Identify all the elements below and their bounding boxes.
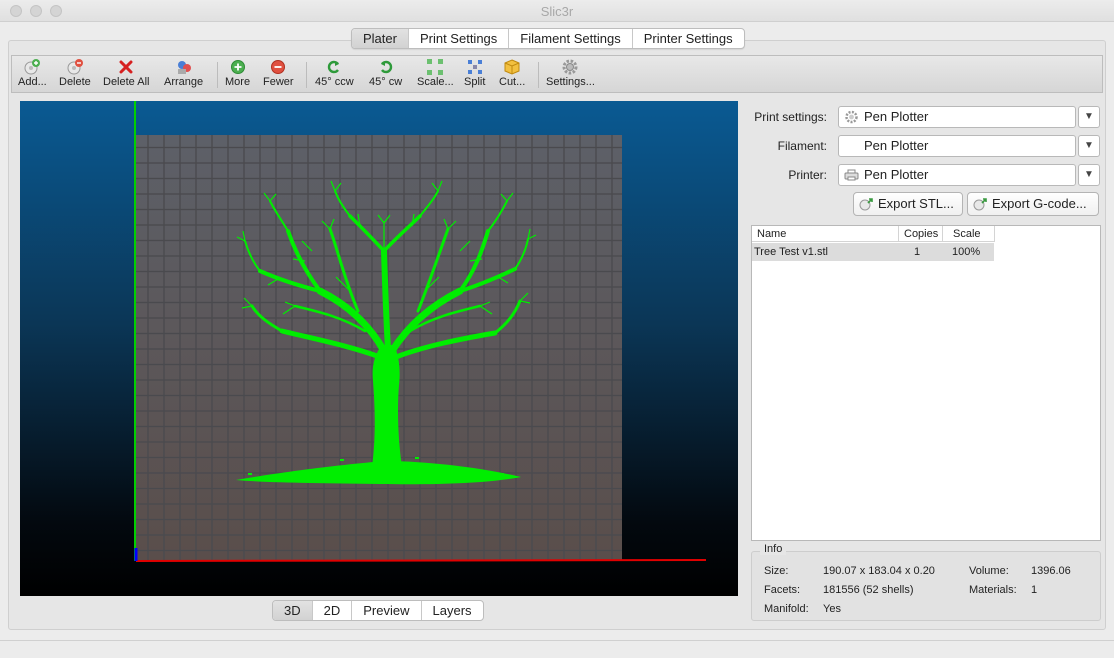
main-tabs: Plater Print Settings Filament Settings … [351, 28, 745, 49]
plus-circle-icon [230, 60, 245, 74]
object-list-header: Name Copies Scale [752, 226, 995, 242]
info-title: Info [760, 543, 787, 555]
chevron-down-icon: ▼ [1084, 111, 1094, 122]
tab-2d[interactable]: 2D [311, 601, 352, 620]
arrange-icon [177, 61, 191, 74]
scale-button-label: Scale... [417, 76, 454, 88]
size-label: Size: [764, 565, 789, 577]
add-object-icon [24, 59, 41, 75]
size-value: 190.07 x 183.04 x 0.20 [823, 565, 935, 577]
printer-icon [844, 169, 859, 181]
printer-dropdown-button[interactable]: ▼ [1078, 164, 1100, 186]
x-axis [135, 559, 707, 562]
more-button[interactable]: More [225, 58, 250, 88]
object-copies: 1 [914, 246, 921, 258]
tab-printer-settings[interactable]: Printer Settings [631, 29, 744, 48]
split-button[interactable]: Split [464, 58, 485, 88]
toolbar-separator [217, 62, 218, 88]
export-gcode-button[interactable]: Export G-code... [967, 192, 1099, 216]
volume-value: 1396.06 [1031, 565, 1071, 577]
rotate-ccw-button-label: 45° ccw [315, 76, 354, 88]
filament-label: Filament: [777, 139, 827, 153]
object-scale: 100% [952, 246, 981, 258]
delete-all-button[interactable]: Delete All [103, 58, 149, 88]
add-button-label: Add... [18, 76, 47, 88]
chevron-down-icon: ▼ [1084, 140, 1094, 151]
column-header-copies[interactable]: Copies [899, 226, 943, 242]
window-titlebar: Slic3r [0, 0, 1114, 22]
cut-button[interactable]: Cut... [499, 58, 525, 88]
export-stl-label: Export STL... [878, 196, 954, 211]
3d-scene [134, 101, 707, 562]
add-button[interactable]: Add... [18, 58, 47, 88]
toolbar-separator [306, 62, 307, 88]
red-x-icon [119, 60, 133, 74]
scale-icon [427, 59, 444, 75]
more-button-label: More [225, 76, 251, 88]
tab-3d[interactable]: 3D [273, 601, 312, 620]
fewer-button-label: Fewer [263, 76, 294, 88]
toolbar-separator [538, 62, 539, 88]
view-mode-tabs: 3D 2D Preview Layers [272, 600, 484, 621]
print-settings-dropdown-button[interactable]: ▼ [1078, 106, 1100, 128]
filament-select[interactable]: Pen Plotter [838, 135, 1076, 157]
split-button-label: Split [464, 76, 486, 88]
filament-value: Pen Plotter [864, 138, 929, 153]
export-icon [859, 198, 873, 211]
printer-select[interactable]: Pen Plotter [838, 164, 1076, 186]
rotate-cw-icon [380, 60, 392, 74]
rotate-cw-button[interactable]: 45° cw [369, 58, 402, 88]
object-list[interactable]: Name Copies Scale Tree Test v1.stl 1 100… [751, 225, 1101, 541]
tab-plater[interactable]: Plater [352, 29, 408, 48]
column-header-name[interactable]: Name [752, 226, 899, 242]
arrange-button[interactable]: Arrange [164, 58, 203, 88]
minus-circle-icon [271, 60, 286, 74]
plater-toolbar: Add... Delete Delete All Arrange More Fe… [11, 55, 1103, 93]
gear-icon [845, 110, 858, 124]
tab-preview[interactable]: Preview [351, 601, 420, 620]
delete-button-label: Delete [59, 76, 91, 88]
cut-button-label: Cut... [499, 76, 526, 88]
tab-filament-settings[interactable]: Filament Settings [508, 29, 631, 48]
materials-value: 1 [1031, 584, 1038, 596]
rotate-ccw-icon [328, 60, 340, 74]
manifold-label: Manifold: [764, 603, 809, 615]
arrange-button-label: Arrange [164, 76, 204, 88]
export-gcode-label: Export G-code... [992, 196, 1087, 211]
volume-label: Volume: [969, 565, 1009, 577]
facets-label: Facets: [764, 584, 801, 596]
table-row[interactable]: Tree Test v1.stl 1 100% [752, 243, 994, 261]
object-name: Tree Test v1.stl [754, 246, 828, 258]
delete-button[interactable]: Delete [59, 58, 91, 88]
status-bar [0, 640, 1114, 658]
delete-object-icon [67, 59, 83, 75]
materials-label: Materials: [969, 584, 1017, 596]
printer-value: Pen Plotter [864, 167, 929, 182]
3d-viewport[interactable] [20, 101, 738, 596]
cut-box-icon [504, 59, 520, 75]
print-settings-select[interactable]: Pen Plotter [838, 106, 1076, 128]
window-title: Slic3r [540, 4, 574, 19]
delete-all-button-label: Delete All [103, 76, 150, 88]
column-header-scale[interactable]: Scale [943, 226, 995, 242]
filament-dropdown-button[interactable]: ▼ [1078, 135, 1100, 157]
export-stl-button[interactable]: Export STL... [853, 192, 963, 216]
print-settings-label: Print settings: [754, 110, 827, 124]
object-settings-button-label: Settings... [546, 76, 595, 88]
tab-layers[interactable]: Layers [420, 601, 483, 620]
rotate-cw-button-label: 45° cw [369, 76, 403, 88]
scale-button[interactable]: Scale... [417, 58, 454, 88]
facets-value: 181556 (52 shells) [823, 584, 914, 596]
export-icon [973, 198, 987, 211]
print-settings-value: Pen Plotter [864, 109, 929, 124]
printer-label: Printer: [788, 168, 827, 182]
tab-print-settings[interactable]: Print Settings [407, 29, 508, 48]
fewer-button[interactable]: Fewer [263, 58, 294, 88]
manifold-value: Yes [823, 603, 841, 615]
rotate-ccw-button[interactable]: 45° ccw [315, 58, 354, 88]
split-icon [467, 60, 482, 74]
gear-icon [562, 59, 578, 75]
object-settings-button[interactable]: Settings... [546, 58, 595, 88]
chevron-down-icon: ▼ [1084, 169, 1094, 180]
